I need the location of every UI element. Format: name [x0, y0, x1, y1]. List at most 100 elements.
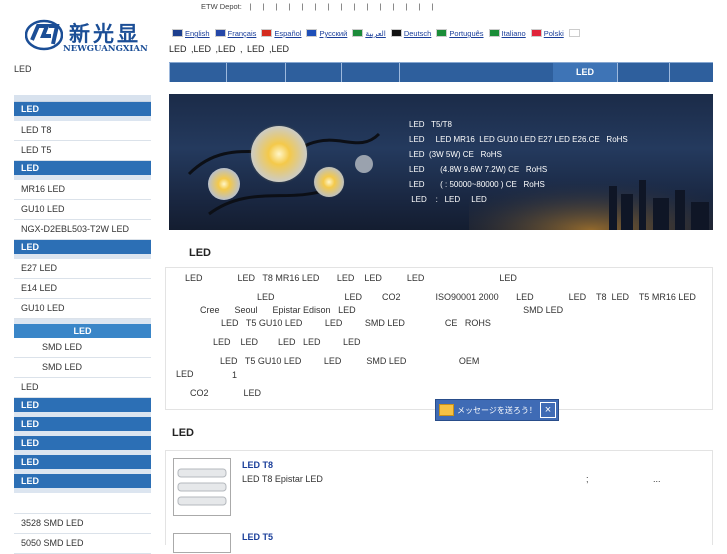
header-links[interactable]: LED ,LED ,LED , LED ,LED — [169, 44, 289, 54]
intro-line: LED LED CO2 ISO90001 2000 LED LED T8 LED… — [257, 292, 696, 302]
intro-line: LED T5 GU10 LED LED SMD LED CE ROHS — [221, 318, 491, 328]
etw-separator: | — [392, 2, 395, 11]
sidebar-item[interactable]: LED T8 — [14, 121, 151, 141]
language-link[interactable] — [568, 29, 582, 38]
etw-separator: | — [340, 2, 343, 11]
sidebar-blank-item — [14, 493, 151, 514]
banner-line: LED (4.8W 9.6W 7.2W) CE RoHS — [409, 165, 548, 174]
sidebar-category[interactable]: LED — [14, 398, 151, 417]
nav-divider — [669, 63, 670, 82]
etw-separator: | — [262, 2, 265, 11]
language-label: Português — [449, 29, 484, 38]
product-description: LED T8 Epistar LED — [242, 474, 323, 484]
flag-icon — [172, 29, 183, 37]
sidebar-item[interactable]: MR16 LED — [14, 180, 151, 200]
sidebar-category[interactable]: LED — [14, 474, 151, 493]
nav-divider — [399, 63, 400, 82]
language-link[interactable]: English — [172, 29, 210, 38]
banner-line: LED : LED LED — [409, 195, 487, 204]
flag-icon — [390, 29, 402, 37]
language-label: Español — [274, 29, 302, 38]
language-label: English — [185, 29, 210, 38]
language-label: Français — [227, 29, 257, 38]
intro-title: LED — [189, 247, 211, 259]
etw-separator: | — [405, 2, 408, 11]
flag-icon — [436, 29, 448, 37]
etw-separator: | — [301, 2, 304, 11]
sidebar-subcategory[interactable]: LED — [14, 319, 151, 338]
product-title[interactable]: LED T5 — [242, 532, 273, 542]
etw-separator: | — [431, 2, 434, 11]
language-label: Русский — [319, 29, 348, 38]
banner-line: LED (3W 5W) CE RoHS — [409, 150, 502, 159]
tube-light-image — [177, 468, 227, 506]
language-bar: English Français Español Русский العربية Deut… — [172, 29, 587, 38]
language-link[interactable]: Deutsch — [390, 29, 432, 38]
flag-icon — [488, 29, 500, 37]
sidebar-item[interactable]: 5050 SMD LED — [14, 534, 151, 554]
sidebar-category[interactable]: LED — [14, 417, 151, 436]
sidebar-item[interactable]: E14 LED — [14, 279, 151, 299]
sidebar-item[interactable]: 3528 SMD LED — [14, 514, 151, 534]
flag-icon — [261, 29, 273, 37]
language-link[interactable]: Français — [214, 29, 257, 38]
etw-separator: | — [418, 2, 421, 11]
product-list: LED T8 LED T8 Epistar LED ; ... LED T5 — [165, 450, 713, 553]
banner-line: LED T5/T8 — [409, 120, 452, 129]
products-title: LED — [172, 427, 194, 439]
envelope-icon — [439, 404, 454, 416]
product-title[interactable]: LED T8 — [242, 460, 273, 470]
intro-line: LED T5 GU10 LED LED SMD LED OEM — [220, 356, 480, 366]
product-more[interactable]: ... — [653, 474, 661, 484]
language-label: العربية — [365, 29, 386, 38]
sidebar-item[interactable]: LED T5 — [14, 141, 151, 161]
sidebar-category[interactable]: LED — [14, 240, 151, 259]
flag-icon — [568, 29, 580, 37]
intro-line: Cree Seoul Epistar Edison LED SMD LED — [200, 305, 564, 315]
sidebar-item[interactable]: GU10 LED — [14, 299, 151, 319]
sidebar-category[interactable]: LED — [14, 436, 151, 455]
sidebar: LED LED T8 LED T5 LED MR16 LED GU10 LED NGX-D2… — [14, 95, 151, 554]
nav-divider — [169, 63, 170, 82]
language-label: Deutsch — [403, 29, 432, 38]
intro-line: CO2 LED — [190, 388, 262, 398]
main-nav: LED — [169, 62, 713, 82]
language-link[interactable]: Polski — [530, 29, 564, 38]
etw-depot-links: ETW Depot: | | | | | | | | | | | | | | | — [201, 2, 439, 11]
intro-lone-text: LED — [176, 369, 194, 379]
sidebar-category[interactable]: LED — [14, 102, 151, 121]
send-message-button[interactable]: メッセージを送ろう！ × — [435, 399, 559, 421]
etw-separator: | — [379, 2, 382, 11]
sidebar-item[interactable]: GU10 LED — [14, 200, 151, 220]
banner-text: LED T5/T8 LED LED MR16 LED GU10 LED E27 L… — [409, 117, 628, 207]
sidebar-cap — [14, 95, 151, 102]
banner-line: LED LED MR16 LED GU10 LED E27 LED E26.CE… — [409, 135, 628, 144]
intro-line: 1 — [232, 370, 238, 380]
flag-icon — [214, 29, 226, 37]
language-link[interactable]: Русский — [306, 29, 347, 38]
nav-divider — [617, 63, 618, 82]
language-link[interactable]: Español — [261, 29, 301, 38]
nav-divider — [285, 63, 286, 82]
language-label: Polski — [543, 29, 564, 38]
product-thumbnail[interactable] — [173, 458, 231, 516]
hero-banner: LED T5/T8 LED LED MR16 LED GU10 LED E27 L… — [169, 94, 713, 230]
language-link[interactable]: العربية — [352, 29, 386, 38]
language-link[interactable]: Português — [436, 29, 484, 38]
sidebar-category[interactable]: LED — [14, 455, 151, 474]
nav-item-active[interactable]: LED — [553, 63, 617, 82]
logo-english-text: NEWGUANGXIAN — [63, 44, 148, 54]
etw-separator: | — [353, 2, 356, 11]
logo[interactable]: 新光显 NEWGUANGXIAN — [25, 16, 148, 58]
sidebar-item[interactable]: E27 LED — [14, 259, 151, 279]
close-icon[interactable]: × — [540, 402, 556, 418]
flag-icon — [306, 29, 318, 37]
sidebar-item[interactable]: LED — [14, 378, 151, 398]
sidebar-item[interactable]: NGX-D2EBL503-T2W LED — [14, 220, 151, 240]
sidebar-category[interactable]: LED — [14, 161, 151, 180]
language-link[interactable]: Italiano — [488, 29, 526, 38]
etw-separator: | — [327, 2, 330, 11]
sidebar-subitem[interactable]: SMD LED — [14, 338, 151, 358]
product-thumbnail[interactable] — [173, 533, 231, 553]
sidebar-subitem[interactable]: SMD LED — [14, 358, 151, 378]
